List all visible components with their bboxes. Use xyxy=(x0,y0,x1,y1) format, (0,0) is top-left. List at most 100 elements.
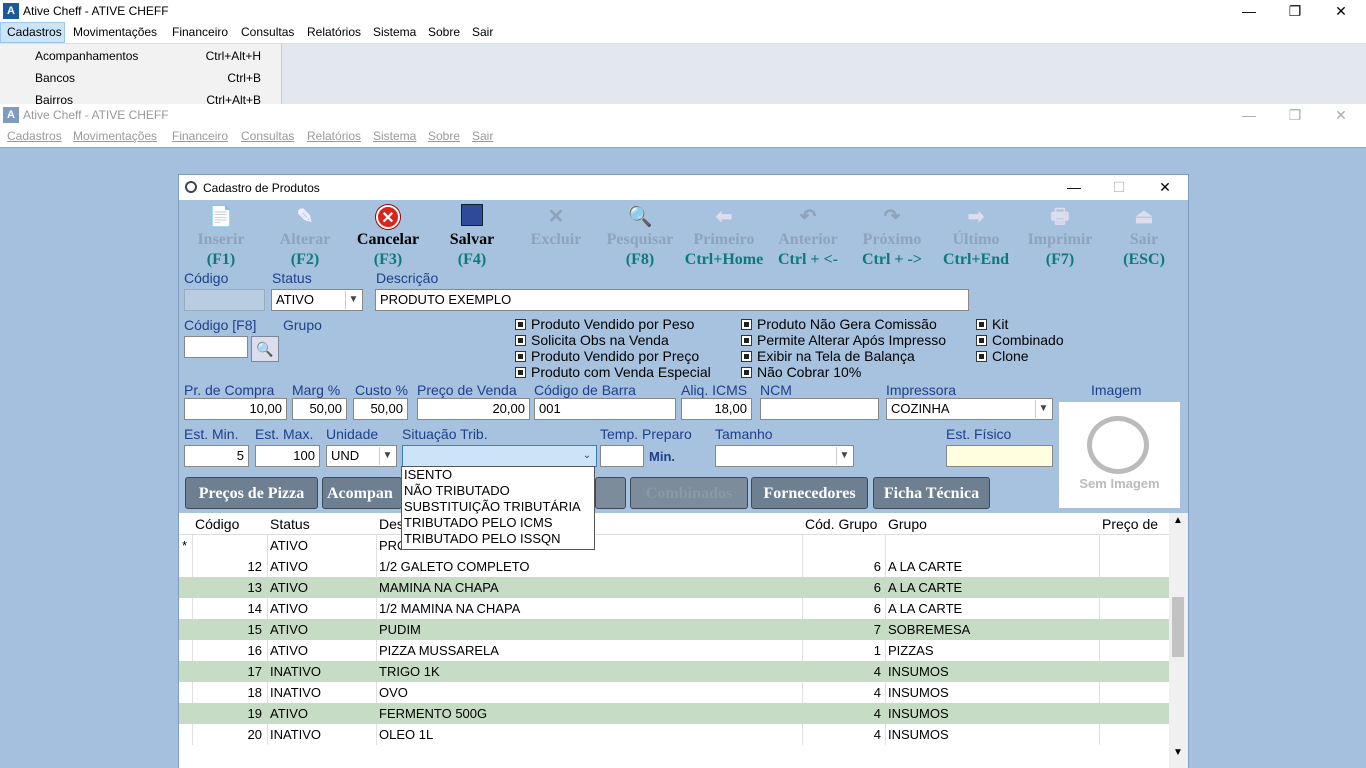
table-row[interactable]: 13 ATIVO MAMINA NA CHAPA 6 A LA CARTE xyxy=(179,577,1169,598)
table-row[interactable]: 18 INATIVO OVO 4 INSUMOS xyxy=(179,682,1169,703)
chk-vendido-peso[interactable]: Produto Vendido por Peso xyxy=(515,316,694,332)
close-icon[interactable]: ✕ xyxy=(1318,104,1364,126)
minimize-icon[interactable]: — xyxy=(1226,0,1272,22)
chk-venda-especial[interactable]: Produto com Venda Especial xyxy=(515,364,711,380)
pesquisar-button[interactable]: 🔍 Pesquisar (F8) xyxy=(598,202,682,272)
chk-kit[interactable]: Kit xyxy=(976,316,1008,332)
close-icon[interactable]: ✕ xyxy=(1318,0,1364,22)
minimize-icon[interactable]: — xyxy=(1051,176,1097,198)
menu-sair[interactable]: Sair xyxy=(472,129,493,143)
descricao-field[interactable]: PRODUTO EXEMPLO xyxy=(375,289,969,311)
anterior-button[interactable]: ↶ Anterior Ctrl + <- xyxy=(766,202,850,272)
aliq-icms-field[interactable]: 18,00 xyxy=(681,398,752,420)
est-fisico-field[interactable] xyxy=(946,445,1053,467)
imprimir-button[interactable]: 🖶 Imprimir (F7) xyxy=(1018,202,1102,272)
marg-field[interactable]: 50,00 xyxy=(292,398,347,420)
table-row[interactable]: 19 ATIVO FERMENTO 500G 4 INSUMOS xyxy=(179,703,1169,724)
chk-vendido-preco[interactable]: Produto Vendido por Preço xyxy=(515,348,699,364)
header-grupo[interactable]: Grupo xyxy=(888,516,927,532)
preco-venda-field[interactable]: 20,00 xyxy=(417,398,530,420)
header-preco[interactable]: Preço de xyxy=(1102,516,1158,532)
chk-alterar-apos-impresso[interactable]: Permite Alterar Após Impresso xyxy=(741,332,946,348)
grid-scrollbar[interactable]: ▲ ▼ xyxy=(1169,513,1188,768)
dropdown-item-bairros[interactable]: Bairros Ctrl+Alt+B xyxy=(0,89,281,104)
sit-trib-select[interactable]: ⌄ xyxy=(402,445,597,467)
chk-solicita-obs[interactable]: Solicita Obs na Venda xyxy=(515,332,669,348)
option-tributado-issqn[interactable]: TRIBUTADO PELO ISSQN xyxy=(402,531,594,547)
header-cod-grupo[interactable]: Cód. Grupo xyxy=(805,516,877,532)
excluir-button[interactable]: ✕ Excluir xyxy=(514,202,598,272)
table-row[interactable]: 15 ATIVO PUDIM 7 SOBREMESA xyxy=(179,619,1169,640)
close-icon[interactable]: ✕ xyxy=(1142,176,1188,198)
custo-field[interactable]: 50,00 xyxy=(353,398,408,420)
ultimo-button[interactable]: ➡ Último Ctrl+End xyxy=(934,202,1018,272)
restore-icon[interactable]: ❐ xyxy=(1272,0,1318,22)
menu-sistema[interactable]: Sistema xyxy=(373,129,416,143)
ncm-field[interactable] xyxy=(760,398,879,420)
option-nao-tributado[interactable]: NÃO TRIBUTADO xyxy=(402,483,594,499)
chk-combinado[interactable]: Combinado xyxy=(976,332,1064,348)
cancelar-button[interactable]: ✕ Cancelar (F3) xyxy=(346,202,430,272)
menu-movimentacoes[interactable]: Movimentações xyxy=(73,129,157,143)
cod-barra-field[interactable]: 001 xyxy=(534,398,676,420)
tamanho-select[interactable]: ▼ xyxy=(715,445,854,467)
inserir-button[interactable]: 📄 Inserir (F1) xyxy=(179,202,263,272)
menu-relatorios[interactable]: Relatórios xyxy=(307,25,361,39)
tab-hidden[interactable] xyxy=(595,477,626,509)
unidade-select[interactable]: UND ▼ xyxy=(326,445,397,467)
table-row[interactable]: 17 INATIVO TRIGO 1K 4 INSUMOS xyxy=(179,661,1169,682)
option-isento[interactable]: ISENTO xyxy=(402,467,594,483)
chk-tela-balanca[interactable]: Exibir na Tela de Balança xyxy=(741,348,915,364)
tab-ficha-tecnica[interactable]: Ficha Técnica xyxy=(873,477,990,509)
tab-fornecedores[interactable]: Fornecedores xyxy=(751,477,868,509)
dropdown-item-acompanhamentos[interactable]: Acompanhamentos Ctrl+Alt+H xyxy=(0,45,281,67)
option-tributado-icms[interactable]: TRIBUTADO PELO ICMS xyxy=(402,515,594,531)
tab-precos-pizza[interactable]: Preços de Pizza xyxy=(185,477,318,509)
scroll-thumb[interactable] xyxy=(1172,597,1184,657)
menu-cadastros[interactable]: Cadastros xyxy=(7,25,62,39)
menu-relatorios[interactable]: Relatórios xyxy=(307,129,361,143)
scroll-down-icon[interactable]: ▼ xyxy=(1173,747,1183,758)
sair-button[interactable]: ⏏ Sair (ESC) xyxy=(1102,202,1186,272)
table-row[interactable]: 14 ATIVO 1/2 MAMINA NA CHAPA 6 A LA CARTE xyxy=(179,598,1169,619)
impressora-select[interactable]: COZINHA ▼ xyxy=(886,398,1053,420)
dropdown-item-bancos[interactable]: Bancos Ctrl+B xyxy=(0,67,281,89)
est-min-field[interactable]: 5 xyxy=(184,445,249,467)
chk-nao-gera-comissao[interactable]: Produto Não Gera Comissão xyxy=(741,316,937,332)
option-substituicao[interactable]: SUBSTITUIÇÃO TRIBUTÁRIA xyxy=(402,499,594,515)
menu-sobre[interactable]: Sobre xyxy=(428,25,460,39)
temp-preparo-field[interactable] xyxy=(600,445,644,467)
restore-icon[interactable]: ❐ xyxy=(1272,104,1318,126)
proximo-button[interactable]: ↷ Próximo Ctrl + -> xyxy=(850,202,934,272)
search-grupo-button[interactable]: 🔍 xyxy=(251,336,279,362)
header-codigo[interactable]: Código xyxy=(195,516,239,532)
chk-nao-cobrar-10[interactable]: Não Cobrar 10% xyxy=(741,364,861,380)
chk-clone[interactable]: Clone xyxy=(976,348,1029,364)
header-status[interactable]: Status xyxy=(270,516,310,532)
menu-cadastros[interactable]: Cadastros xyxy=(7,129,62,143)
table-row[interactable]: 16 ATIVO PIZZA MUSSARELA 1 PIZZAS xyxy=(179,640,1169,661)
menu-financeiro[interactable]: Financeiro xyxy=(172,129,228,143)
maximize-icon[interactable]: ☐ xyxy=(1096,176,1142,198)
codigo-grupo-field[interactable] xyxy=(184,336,248,358)
menu-sobre[interactable]: Sobre xyxy=(428,129,460,143)
menu-sistema[interactable]: Sistema xyxy=(373,25,416,39)
table-row[interactable]: 12 ATIVO 1/2 GALETO COMPLETO 6 A LA CARTE xyxy=(179,556,1169,577)
codigo-field[interactable] xyxy=(184,289,265,311)
minimize-icon[interactable]: — xyxy=(1226,104,1272,126)
menu-financeiro[interactable]: Financeiro xyxy=(172,25,228,39)
primeiro-button[interactable]: ⬅ Primeiro Ctrl+Home xyxy=(682,202,766,272)
table-row[interactable]: 20 INATIVO OLEO 1L 4 INSUMOS xyxy=(179,724,1169,745)
menu-movimentacoes[interactable]: Movimentações xyxy=(73,25,157,39)
est-max-field[interactable]: 100 xyxy=(255,445,320,467)
tab-combinados[interactable]: Combinados xyxy=(630,477,748,509)
tab-acompanhamentos[interactable]: Acompan xyxy=(322,477,402,509)
table-row-new[interactable]: * ATIVO PRO xyxy=(179,535,1169,556)
pr-compra-field[interactable]: 10,00 xyxy=(184,398,287,420)
alterar-button[interactable]: ✎ Alterar (F2) xyxy=(263,202,347,272)
menu-consultas[interactable]: Consultas xyxy=(241,25,294,39)
status-select[interactable]: ATIVO ▼ xyxy=(271,289,363,311)
salvar-button[interactable]: Salvar (F4) xyxy=(430,202,514,272)
product-image-box[interactable]: Sem Imagem xyxy=(1059,402,1180,508)
scroll-up-icon[interactable]: ▲ xyxy=(1173,515,1183,526)
